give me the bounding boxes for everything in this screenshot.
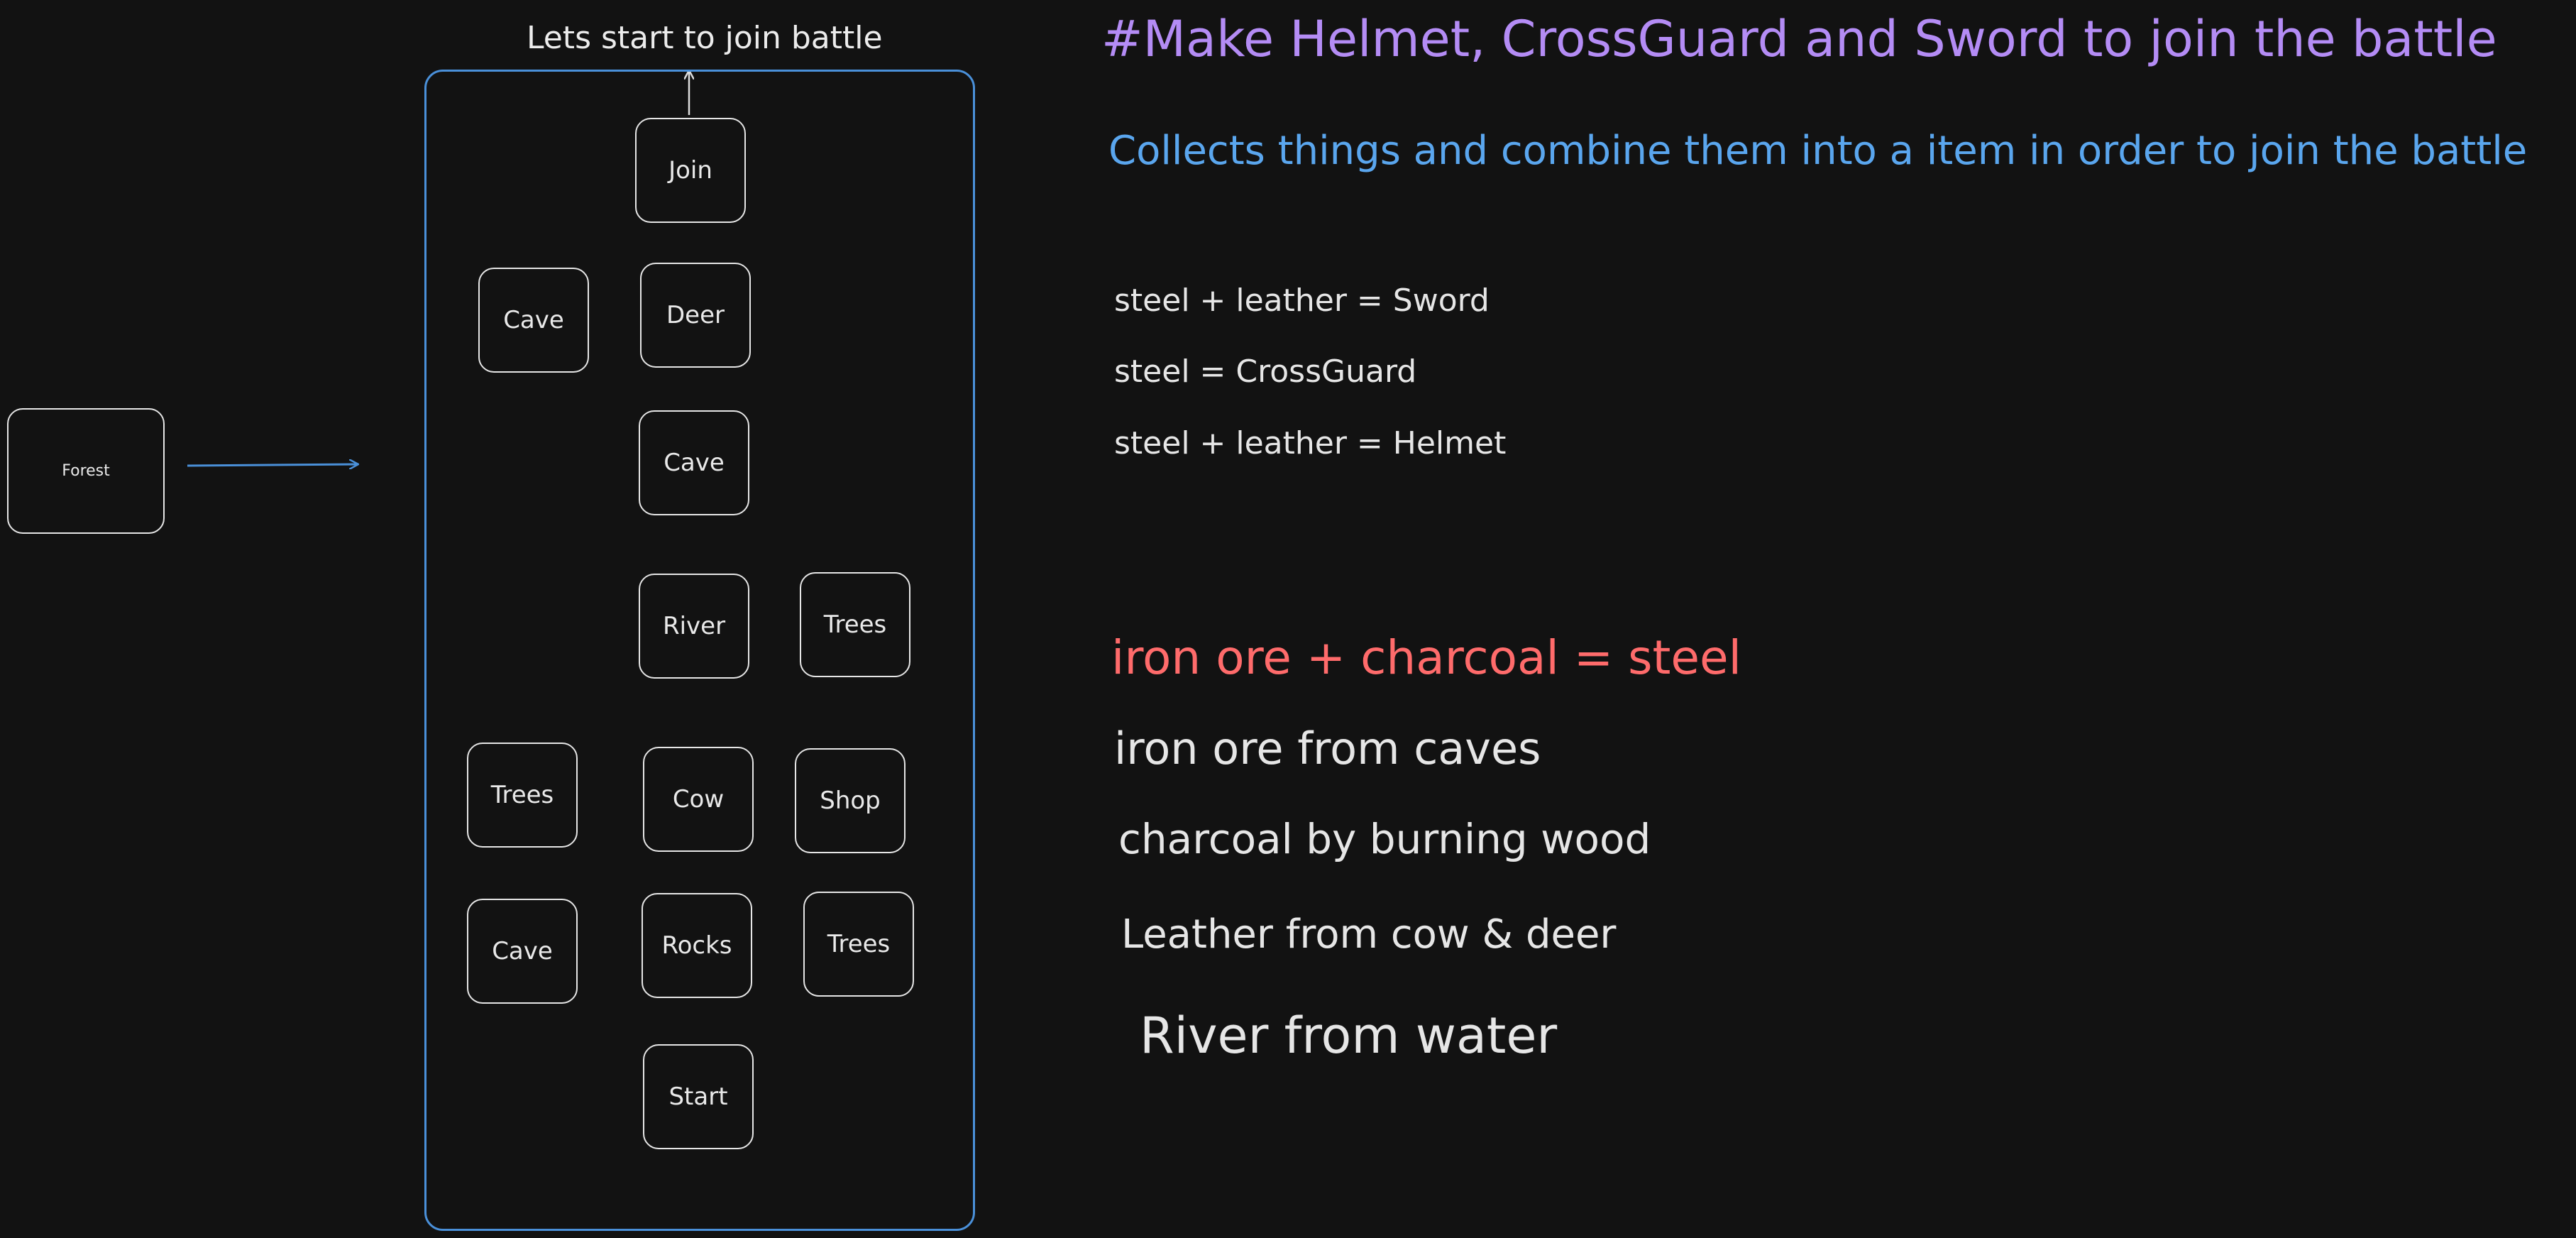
river-node[interactable]: River: [639, 574, 749, 679]
forest-to-map-arrow: [187, 464, 358, 466]
cave-node-bottom[interactable]: Cave: [467, 899, 578, 1004]
node-label: River: [662, 612, 726, 640]
node-label: Cow: [672, 785, 725, 814]
forest-node[interactable]: Forest: [7, 408, 165, 534]
goal-subtitle: Collects things and combine them into a …: [1108, 128, 2528, 174]
panel-title: Lets start to join battle: [527, 20, 883, 56]
source-leather: Leather from cow & deer: [1121, 911, 1617, 958]
recipe-crossguard: steel = CrossGuard: [1114, 354, 1417, 390]
rocks-node[interactable]: Rocks: [642, 893, 752, 998]
cow-node[interactable]: Cow: [643, 747, 754, 852]
cave-node-top[interactable]: Cave: [478, 268, 589, 373]
node-label: Rocks: [661, 931, 732, 960]
steel-recipe: iron ore + charcoal = steel: [1111, 630, 1741, 685]
node-label: Join: [668, 156, 712, 185]
source-charcoal: charcoal by burning wood: [1118, 815, 1651, 863]
node-label: Trees: [827, 930, 891, 958]
node-label: Trees: [490, 781, 554, 809]
node-label: Shop: [820, 787, 881, 815]
node-label: Trees: [823, 610, 887, 639]
shop-node[interactable]: Shop: [795, 748, 906, 853]
start-node[interactable]: Start: [643, 1044, 754, 1149]
source-iron-ore: iron ore from caves: [1114, 723, 1541, 774]
node-label: Cave: [492, 937, 553, 965]
forest-label: Forest: [62, 462, 110, 480]
deer-node[interactable]: Deer: [640, 263, 751, 368]
goal-heading: #Make Helmet, CrossGuard and Sword to jo…: [1101, 10, 2497, 68]
node-label: Start: [668, 1083, 728, 1111]
node-label: Deer: [666, 301, 725, 329]
source-river: River from water: [1140, 1007, 1558, 1065]
join-node[interactable]: Join: [635, 118, 746, 223]
recipe-sword: steel + leather = Sword: [1114, 283, 1490, 319]
node-label: Cave: [664, 449, 725, 477]
cave-node-middle[interactable]: Cave: [639, 410, 749, 515]
trees-node-upper-right[interactable]: Trees: [800, 572, 910, 677]
trees-node-lower-right[interactable]: Trees: [803, 892, 914, 997]
trees-node-left[interactable]: Trees: [467, 743, 578, 848]
recipe-helmet: steel + leather = Helmet: [1114, 425, 1507, 461]
node-label: Cave: [503, 306, 564, 334]
